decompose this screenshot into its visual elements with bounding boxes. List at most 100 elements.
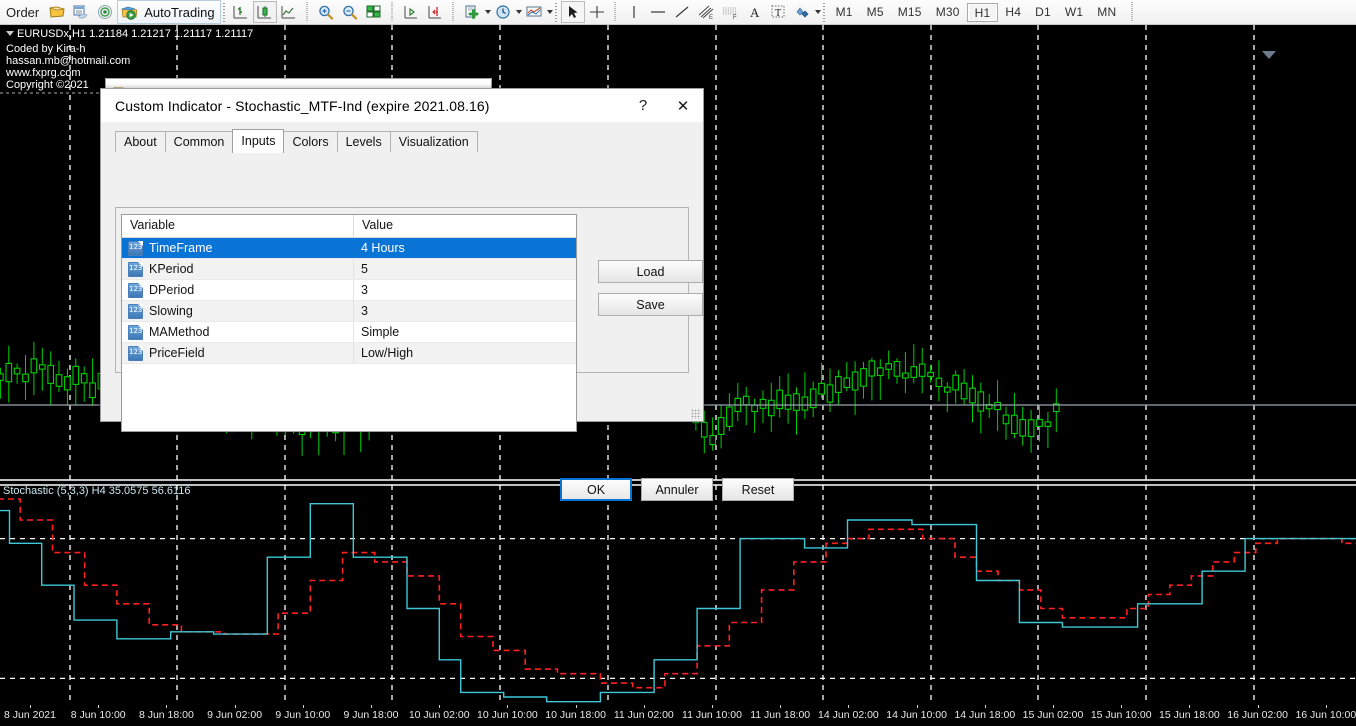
load-button[interactable]: Load (598, 260, 703, 283)
chevron-down-icon[interactable] (547, 10, 553, 14)
collapse-triangle-icon[interactable] (6, 31, 14, 36)
chart-shift-icon[interactable] (423, 1, 447, 23)
cancel-button[interactable]: Annuler (641, 478, 713, 501)
time-axis-tick (985, 705, 986, 708)
table-row[interactable]: 123 MAMethod Simple (122, 322, 576, 343)
dialog-title: Custom Indicator - Stochastic_MTF-Ind (e… (115, 98, 490, 114)
grid-cell-value[interactable]: Low/High (354, 343, 576, 363)
equidistant-channel-icon[interactable]: E (694, 1, 718, 23)
tab-visualization[interactable]: Visualization (390, 131, 478, 152)
tab-common[interactable]: Common (165, 131, 234, 152)
time-axis-tick (371, 705, 372, 708)
table-row[interactable]: 123 DPeriod 3 (122, 280, 576, 301)
tab-levels[interactable]: Levels (337, 131, 391, 152)
time-axis-tick (780, 705, 781, 708)
zoom-in-icon[interactable] (314, 1, 338, 23)
table-row[interactable]: 123 Slowing 3 (122, 301, 576, 322)
table-row[interactable]: 123 PriceField Low/High (122, 343, 576, 364)
time-axis-label: 11 Jun 02:00 (614, 709, 674, 721)
time-axis-label: 15 Jun 18:00 (1159, 709, 1220, 721)
navigator-icon[interactable] (93, 1, 117, 23)
time-axis-tick (712, 705, 713, 708)
time-axis-label: 9 Jun 18:00 (344, 709, 399, 721)
close-button[interactable]: ✕ (663, 90, 703, 122)
time-axis-label: 10 Jun 18:00 (545, 709, 606, 721)
tab-inputs[interactable]: Inputs (232, 129, 284, 153)
toolbar-separator (389, 2, 396, 22)
reset-button[interactable]: Reset (722, 478, 794, 501)
timeframe-m30[interactable]: M30 (929, 3, 967, 22)
stochastic-indicator-label: Stochastic (5,3,3) H4 35.0575 56.6116 (3, 485, 191, 497)
tab-colors[interactable]: Colors (283, 131, 337, 152)
dialog-tabs: About Common Inputs Colors Levels Visual… (115, 130, 703, 152)
grid-cell-value[interactable]: 3 (354, 280, 576, 300)
grid-cell-value[interactable]: 3 (354, 301, 576, 321)
custom-indicator-dialog[interactable]: Custom Indicator - Stochastic_MTF-Ind (e… (100, 88, 704, 422)
grid-cell-variable: 123 MAMethod (122, 322, 354, 342)
chevron-down-icon[interactable] (815, 10, 821, 14)
crosshair-icon[interactable] (585, 1, 609, 23)
fibonacci-icon[interactable]: F (718, 1, 742, 23)
toolbar-grip[interactable] (822, 2, 828, 22)
grid-cell-variable: 123 KPeriod (122, 259, 354, 279)
zoom-out-icon[interactable] (338, 1, 362, 23)
line-chart-icon[interactable] (277, 1, 301, 23)
time-axis-tick (1189, 705, 1190, 708)
number-variable-icon: 123 (128, 241, 143, 256)
candlestick-chart-icon[interactable] (253, 1, 277, 23)
ok-button[interactable]: OK (560, 478, 632, 501)
grid-header-variable[interactable]: Variable (122, 215, 354, 237)
folder-open-icon[interactable] (45, 1, 69, 23)
main-toolbar: Order AutoTrading (0, 0, 1356, 25)
timeframe-m5[interactable]: M5 (860, 3, 891, 22)
inputs-grid[interactable]: Variable Value 123 TimeFrame 4 Hours 123… (121, 214, 577, 432)
templates-icon[interactable] (522, 1, 546, 23)
new-order-label[interactable]: Order (0, 5, 45, 20)
number-variable-icon: 123 (128, 346, 143, 361)
grid-cell-value[interactable]: 4 Hours (354, 238, 576, 258)
grid-header-value[interactable]: Value (354, 215, 576, 237)
time-axis-label: 9 Jun 10:00 (275, 709, 330, 721)
shapes-icon[interactable] (790, 1, 814, 23)
period-clock-icon[interactable] (491, 1, 515, 23)
toolbar-grip[interactable] (554, 2, 560, 22)
bar-chart-icon[interactable] (229, 1, 253, 23)
grid-header-row: Variable Value (122, 215, 576, 238)
trendline-icon[interactable] (670, 1, 694, 23)
add-indicator-icon[interactable] (460, 1, 484, 23)
toolbar-grip[interactable] (222, 2, 228, 22)
variable-name-text: KPeriod (149, 262, 193, 276)
timeframe-m1[interactable]: M1 (829, 3, 860, 22)
horizontal-line-icon[interactable] (646, 1, 670, 23)
table-row[interactable]: 123 TimeFrame 4 Hours (122, 238, 576, 259)
grid-cell-value[interactable]: Simple (354, 322, 576, 342)
time-axis-tick (439, 705, 440, 708)
dialog-titlebar[interactable]: Custom Indicator - Stochastic_MTF-Ind (e… (101, 89, 703, 122)
help-button[interactable]: ? (623, 90, 663, 122)
timeframe-mn[interactable]: MN (1090, 3, 1123, 22)
timeframe-h1[interactable]: H1 (967, 3, 999, 22)
tile-windows-icon[interactable] (362, 1, 386, 23)
auto-scroll-icon[interactable] (399, 1, 423, 23)
data-window-icon[interactable] (69, 1, 93, 23)
time-axis-label: 16 Jun 10:00 (1295, 709, 1356, 721)
table-row[interactable]: 123 KPeriod 5 (122, 259, 576, 280)
timeframe-m15[interactable]: M15 (891, 3, 929, 22)
autotrading-button[interactable]: AutoTrading (117, 0, 220, 24)
time-axis-tick (644, 705, 645, 708)
timeframe-w1[interactable]: W1 (1058, 3, 1090, 22)
inputs-panel: Variable Value 123 TimeFrame 4 Hours 123… (115, 207, 689, 373)
variable-name-text: MAMethod (149, 325, 209, 339)
chart-credit-author: Coded by Kira-h (6, 43, 86, 55)
save-button[interactable]: Save (598, 293, 703, 316)
text-icon[interactable]: A (742, 1, 766, 23)
grid-cell-value[interactable]: 5 (354, 259, 576, 279)
resize-grip[interactable] (691, 409, 701, 419)
tab-about[interactable]: About (115, 131, 166, 152)
text-label-icon[interactable]: T (766, 1, 790, 23)
vertical-line-icon[interactable] (622, 1, 646, 23)
time-axis-label: 11 Jun 10:00 (682, 709, 742, 721)
cursor-arrow-icon[interactable] (561, 1, 585, 23)
timeframe-h4[interactable]: H4 (998, 3, 1028, 22)
timeframe-d1[interactable]: D1 (1028, 3, 1058, 22)
